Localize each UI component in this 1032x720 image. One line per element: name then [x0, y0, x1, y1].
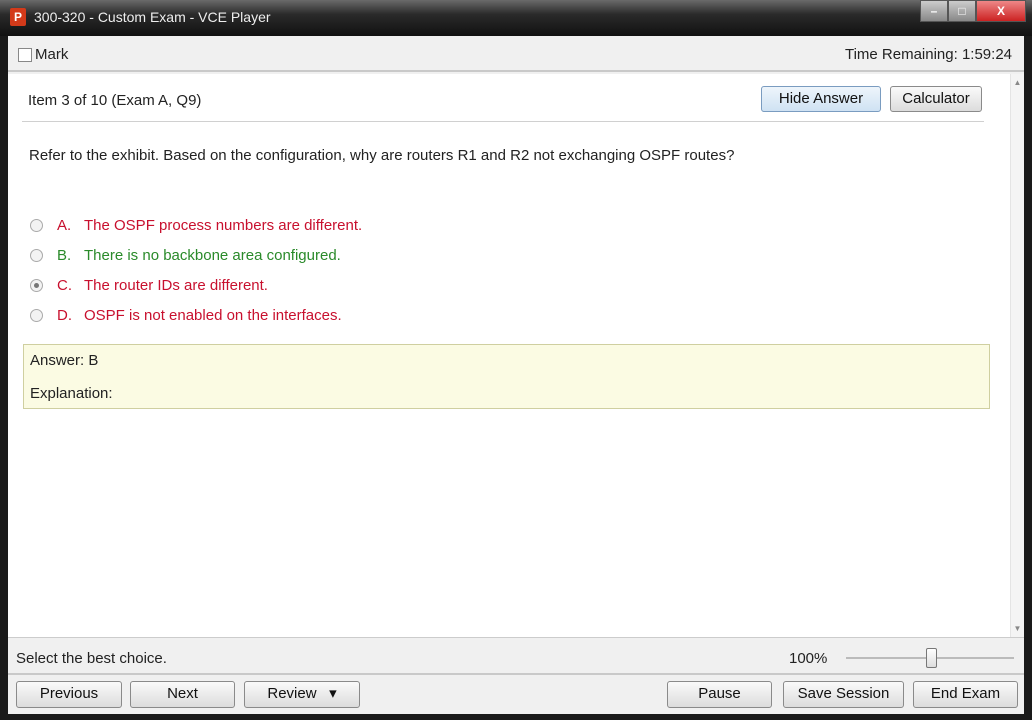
radio-button[interactable] — [30, 248, 43, 262]
title-bar: P 300-320 - Custom Exam - VCE Player – □… — [0, 0, 1032, 36]
time-remaining: Time Remaining: 1:59:24 — [844, 46, 1012, 63]
save-session-button[interactable]: Save Session — [783, 681, 904, 708]
answer-box: Answer: B Explanation: — [23, 344, 990, 409]
next-button[interactable]: Next — [130, 681, 235, 708]
scroll-up-icon[interactable]: ▲ — [1011, 78, 1024, 87]
window-title: 300-320 - Custom Exam - VCE Player — [34, 9, 271, 25]
review-label: Review — [267, 685, 317, 702]
explanation-label: Explanation: — [30, 385, 113, 402]
option-letter: B. — [57, 246, 72, 264]
option-text: There is no backbone area configured. — [84, 246, 341, 264]
answer-option[interactable]: A. The OSPF process numbers are different… — [30, 210, 362, 240]
option-text: The router IDs are different. — [84, 276, 268, 294]
maximize-button[interactable]: □ — [948, 0, 976, 22]
status-message: Select the best choice. — [16, 650, 167, 667]
answer-options: A. The OSPF process numbers are different… — [30, 210, 362, 330]
review-button[interactable]: Review ▾ — [244, 681, 360, 708]
end-exam-button[interactable]: End Exam — [913, 681, 1018, 708]
option-letter: A. — [57, 216, 72, 234]
status-bar: Select the best choice. 100% — [8, 639, 1024, 675]
option-text: The OSPF process numbers are different. — [84, 216, 363, 234]
app-window: Mark Time Remaining: 1:59:24 Item 3 of 1… — [8, 36, 1024, 714]
answer-option[interactable]: D. OSPF is not enabled on the interfaces. — [30, 300, 362, 330]
hide-answer-button[interactable]: Hide Answer — [761, 86, 881, 112]
dropdown-arrow-icon: ▾ — [329, 685, 337, 702]
answer-option[interactable]: B. There is no backbone area configured. — [30, 240, 362, 270]
close-button[interactable]: X — [976, 0, 1026, 22]
radio-button[interactable] — [30, 278, 43, 292]
divider — [22, 121, 984, 122]
radio-button[interactable] — [30, 308, 43, 322]
zoom-slider[interactable] — [846, 648, 1014, 668]
vertical-scrollbar[interactable]: ▲ ▼ — [1010, 74, 1024, 637]
option-letter: C. — [57, 276, 72, 294]
mark-label: Mark — [35, 46, 69, 63]
item-header: Item 3 of 10 (Exam A, Q9) — [28, 92, 202, 109]
pause-button[interactable]: Pause — [667, 681, 772, 708]
radio-button[interactable] — [30, 218, 43, 232]
option-text: OSPF is not enabled on the interfaces. — [84, 306, 342, 324]
zoom-value: 100% — [789, 650, 828, 667]
previous-button[interactable]: Previous — [16, 681, 122, 708]
app-logo-icon: P — [10, 8, 26, 26]
top-toolbar: Mark Time Remaining: 1:59:24 — [8, 36, 1024, 72]
calculator-button[interactable]: Calculator — [890, 86, 982, 112]
scroll-down-icon[interactable]: ▼ — [1011, 624, 1024, 633]
question-panel: Item 3 of 10 (Exam A, Q9) Hide Answer Ca… — [8, 74, 1024, 638]
answer-text: Answer: B — [30, 352, 99, 369]
checkbox-icon[interactable] — [18, 47, 32, 62]
option-letter: D. — [57, 306, 72, 324]
minimize-button[interactable]: – — [920, 0, 948, 22]
zoom-slider-thumb[interactable] — [926, 648, 937, 668]
mark-checkbox[interactable]: Mark — [18, 46, 68, 63]
answer-option[interactable]: C. The router IDs are different. — [30, 270, 362, 300]
question-text: Refer to the exhibit. Based on the confi… — [29, 147, 735, 164]
